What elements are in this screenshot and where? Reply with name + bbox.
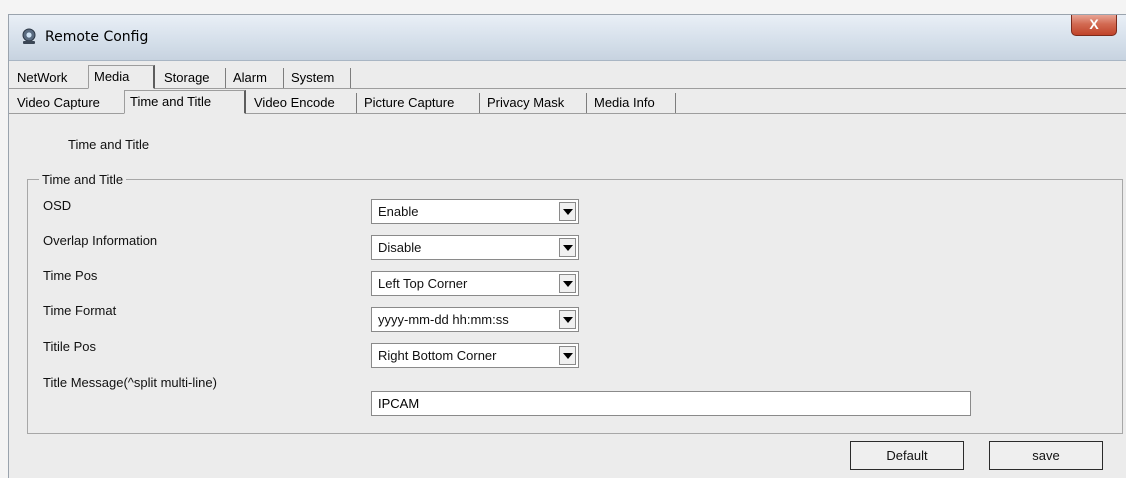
webcam-icon bbox=[22, 28, 36, 44]
groupbox-title: Time and Title bbox=[39, 172, 127, 187]
title-pos-select[interactable]: Right Bottom Corner bbox=[371, 343, 579, 368]
tab-picture-capture[interactable]: Picture Capture bbox=[359, 93, 480, 113]
overlap-information-label: Overlap Information bbox=[43, 233, 158, 248]
osd-select[interactable]: Enable bbox=[371, 199, 579, 224]
title-pos-value: Right Bottom Corner bbox=[378, 348, 497, 363]
title-message-label: Title Message(^split multi-line) bbox=[43, 375, 217, 390]
time-format-label: Time Format bbox=[43, 303, 117, 318]
section-title: Time and Title bbox=[68, 137, 150, 152]
overlap-information-value: Disable bbox=[378, 240, 422, 255]
title-bar[interactable]: Remote Config X bbox=[9, 15, 1126, 61]
sub-tab-bar: Video Capture Time and Title Video Encod… bbox=[9, 90, 1126, 114]
tab-privacy-mask[interactable]: Privacy Mask bbox=[482, 93, 587, 113]
chevron-down-icon[interactable] bbox=[559, 346, 576, 365]
overlap-information-select[interactable]: Disable bbox=[371, 235, 579, 260]
tab-system[interactable]: System bbox=[286, 68, 351, 88]
time-pos-label: Time Pos bbox=[43, 268, 98, 283]
chevron-down-icon[interactable] bbox=[559, 238, 576, 257]
tab-video-encode[interactable]: Video Encode bbox=[249, 93, 357, 113]
chevron-down-icon[interactable] bbox=[559, 274, 576, 293]
time-pos-value: Left Top Corner bbox=[378, 276, 468, 291]
tab-alarm[interactable]: Alarm bbox=[228, 68, 284, 88]
title-pos-label: Titile Pos bbox=[43, 339, 96, 354]
time-format-value: yyyy-mm-dd hh:mm:ss bbox=[378, 312, 509, 327]
default-button[interactable]: Default bbox=[850, 441, 964, 470]
osd-value: Enable bbox=[378, 204, 419, 219]
top-tab-bar: NetWork Media Storage Alarm System bbox=[9, 65, 1126, 89]
tab-time-and-title[interactable]: Time and Title bbox=[124, 90, 246, 114]
time-pos-select[interactable]: Left Top Corner bbox=[371, 271, 579, 296]
remote-config-window: Remote Config X NetWork Media Storage Al… bbox=[8, 14, 1126, 478]
chevron-down-icon[interactable] bbox=[559, 202, 576, 221]
chevron-down-icon[interactable] bbox=[559, 310, 576, 329]
window-title: Remote Config bbox=[45, 29, 149, 45]
tab-media[interactable]: Media bbox=[88, 65, 155, 89]
tab-network[interactable]: NetWork bbox=[12, 68, 72, 88]
tab-video-capture[interactable]: Video Capture bbox=[12, 93, 105, 113]
close-button[interactable]: X bbox=[1071, 15, 1117, 36]
time-format-select[interactable]: yyyy-mm-dd hh:mm:ss bbox=[371, 307, 579, 332]
tab-storage[interactable]: Storage bbox=[159, 68, 226, 88]
tab-media-info[interactable]: Media Info bbox=[589, 93, 676, 113]
save-button[interactable]: save bbox=[989, 441, 1103, 470]
osd-label: OSD bbox=[43, 198, 72, 213]
title-message-input[interactable] bbox=[371, 391, 971, 416]
